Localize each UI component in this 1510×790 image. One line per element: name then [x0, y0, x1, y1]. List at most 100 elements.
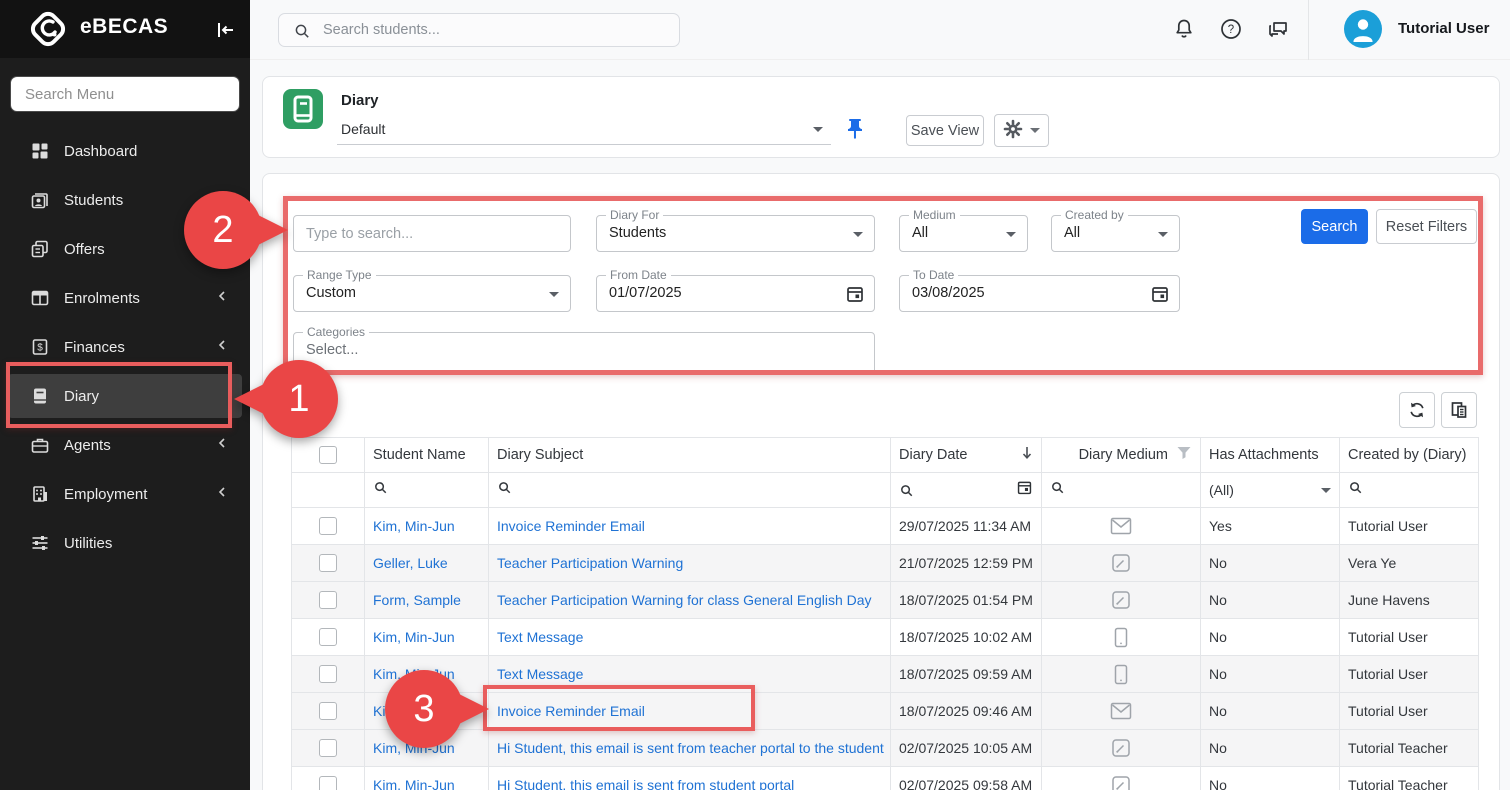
offers-icon: [30, 239, 50, 259]
table-filter-row: (All): [292, 473, 1479, 508]
subject-link[interactable]: Teacher Participation Warning for class …: [497, 592, 872, 608]
utilities-icon: [30, 533, 50, 553]
student-search: [278, 13, 680, 47]
filter-created-by[interactable]: [1340, 473, 1479, 508]
settings-gear-button[interactable]: [994, 114, 1049, 147]
email-icon: [1110, 517, 1132, 535]
created-by: Tutorial User: [1340, 656, 1479, 693]
user-name[interactable]: Tutorial User: [1398, 20, 1489, 37]
attachments-filter-value: (All): [1209, 482, 1234, 498]
col-has-attachments[interactable]: Has Attachments: [1201, 438, 1340, 473]
view-selector[interactable]: Default: [337, 115, 831, 145]
table-row: Kim, Min-Jun Hi Student, this email is s…: [292, 730, 1479, 767]
filter-funnel-icon[interactable]: [1176, 446, 1192, 464]
has-attachments: Yes: [1201, 508, 1340, 545]
row-checkbox[interactable]: [319, 702, 337, 720]
row-checkbox[interactable]: [319, 665, 337, 683]
col-diary-medium[interactable]: Diary Medium: [1042, 438, 1201, 473]
row-checkbox[interactable]: [319, 628, 337, 646]
help-icon[interactable]: ?: [1218, 16, 1244, 42]
diary-date: 18/07/2025 01:54 PM: [891, 582, 1042, 619]
page-title: Diary: [341, 92, 379, 109]
svg-text:$: $: [37, 343, 43, 354]
sidebar-item-dashboard[interactable]: Dashboard: [8, 129, 242, 173]
subject-link[interactable]: Teacher Participation Warning: [497, 555, 683, 571]
sort-desc-icon: [1021, 446, 1033, 464]
subject-link[interactable]: Text Message: [497, 629, 583, 645]
has-attachments: No: [1201, 730, 1340, 767]
diary-medium-cell: [1042, 619, 1201, 656]
row-checkbox[interactable]: [319, 776, 337, 790]
col-diary-subject[interactable]: Diary Subject: [489, 438, 891, 473]
student-link[interactable]: Kim, Min-Jun: [373, 518, 455, 534]
annotation-box-invoice-link: [483, 685, 755, 731]
app-root: eBECAS Dashboard Students: [0, 0, 1510, 790]
has-attachments: No: [1201, 545, 1340, 582]
subject-link[interactable]: Hi Student, this email is sent from stud…: [497, 777, 794, 790]
sidebar-item-utilities[interactable]: Utilities: [8, 521, 242, 565]
student-link[interactable]: Geller, Luke: [373, 555, 448, 571]
chevron-down-icon: [1030, 128, 1040, 133]
pin-icon[interactable]: [843, 117, 867, 141]
student-link[interactable]: Kim, Min-Jun: [373, 629, 455, 645]
chat-icon[interactable]: [1265, 16, 1291, 42]
row-checkbox[interactable]: [319, 554, 337, 572]
diary-medium-cell: [1042, 582, 1201, 619]
row-checkbox[interactable]: [319, 739, 337, 757]
chevron-left-icon: [216, 338, 228, 356]
diary-date: 29/07/2025 11:34 AM: [891, 508, 1042, 545]
subject-link[interactable]: Hi Student, this email is sent from teac…: [497, 740, 884, 756]
col-created-by[interactable]: Created by (Diary): [1340, 438, 1479, 473]
diary-medium-cell: [1042, 767, 1201, 790]
row-checkbox[interactable]: [319, 517, 337, 535]
chevron-left-icon: [216, 485, 228, 503]
topbar: ? Tutorial User: [250, 0, 1510, 60]
notifications-bell-icon[interactable]: [1171, 16, 1197, 42]
note-icon: [1111, 738, 1131, 758]
diary-medium-cell: [1042, 693, 1201, 730]
topbar-divider: [1308, 0, 1309, 60]
save-view-button[interactable]: Save View: [906, 115, 984, 146]
table-header-row: Student Name Diary Subject Diary Date Di…: [292, 438, 1479, 473]
created-by: Tutorial User: [1340, 508, 1479, 545]
refresh-button[interactable]: [1399, 392, 1435, 428]
enrolments-icon: [30, 288, 50, 308]
col-student-name[interactable]: Student Name: [365, 438, 489, 473]
dashboard-icon: [30, 141, 50, 161]
student-link[interactable]: Form, Sample: [373, 592, 461, 608]
sidebar-item-agents[interactable]: Agents: [8, 423, 242, 467]
ebecas-logo-icon: [26, 7, 70, 56]
diary-table: Student Name Diary Subject Diary Date Di…: [291, 437, 1479, 790]
menu-search-input[interactable]: [10, 76, 240, 112]
created-by: June Havens: [1340, 582, 1479, 619]
filter-subject[interactable]: [489, 473, 891, 508]
sidebar-item-enrolments[interactable]: Enrolments: [8, 276, 242, 320]
app-title: eBECAS: [80, 15, 168, 39]
col-diary-date[interactable]: Diary Date: [891, 438, 1042, 473]
select-all-checkbox[interactable]: [319, 446, 337, 464]
diary-date: 21/07/2025 12:59 PM: [891, 545, 1042, 582]
subject-link[interactable]: Invoice Reminder Email: [497, 518, 645, 534]
row-checkbox[interactable]: [319, 591, 337, 609]
sidebar-item-label: Finances: [64, 339, 216, 356]
filter-attachments[interactable]: (All): [1201, 473, 1340, 508]
student-search-input[interactable]: [323, 14, 673, 46]
avatar[interactable]: [1344, 10, 1382, 48]
view-selector-value: Default: [341, 121, 385, 137]
copy-export-button[interactable]: [1441, 392, 1477, 428]
callout-1-balloon: 1: [260, 360, 338, 438]
student-link[interactable]: Kim, Min-Jun: [373, 777, 455, 790]
table-row: Kim, Min-Jun Text Message 18/07/2025 09:…: [292, 656, 1479, 693]
filter-student[interactable]: [365, 473, 489, 508]
subject-link[interactable]: Text Message: [497, 666, 583, 682]
phone-icon: [1114, 664, 1128, 685]
annotation-box-diary-menu: [6, 362, 232, 428]
sidebar-item-employment[interactable]: Employment: [8, 472, 242, 516]
filter-medium[interactable]: [1042, 473, 1201, 508]
filter-date[interactable]: [891, 473, 1042, 508]
diary-medium-cell: [1042, 656, 1201, 693]
calendar-icon[interactable]: [1016, 479, 1033, 501]
svg-text:?: ?: [1228, 24, 1234, 36]
created-by: Tutorial Teacher: [1340, 730, 1479, 767]
sidebar-collapse-icon[interactable]: [212, 17, 238, 43]
